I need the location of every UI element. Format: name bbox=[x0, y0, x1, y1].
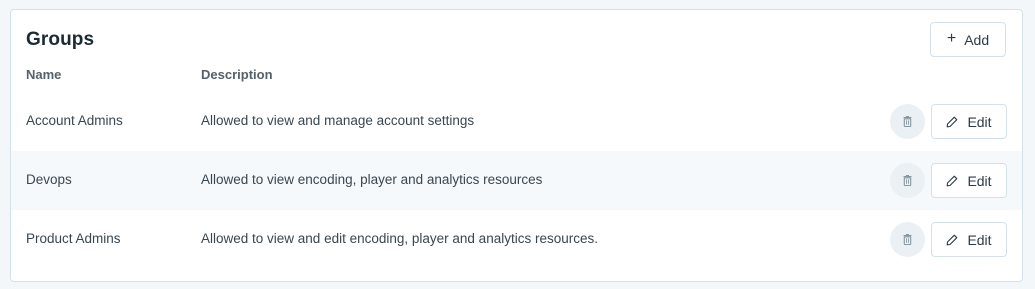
trash-icon bbox=[903, 234, 912, 245]
edit-button-label: Edit bbox=[967, 231, 992, 248]
trash-icon bbox=[903, 175, 912, 186]
plus-icon: + bbox=[946, 30, 957, 47]
edit-group-button[interactable]: Edit bbox=[931, 163, 1007, 198]
column-header-description: Description bbox=[201, 67, 273, 82]
pencil-icon bbox=[946, 116, 958, 128]
pencil-icon bbox=[946, 175, 958, 187]
table-row: Account Admins Allowed to view and manag… bbox=[11, 92, 1022, 151]
table-row: Devops Allowed to view encoding, player … bbox=[11, 151, 1022, 210]
group-name: Product Admins bbox=[26, 231, 121, 246]
group-name: Devops bbox=[26, 172, 72, 187]
groups-title: Groups bbox=[26, 29, 95, 50]
edit-button-label: Edit bbox=[967, 113, 992, 130]
add-button-label: Add bbox=[964, 31, 990, 48]
delete-group-button[interactable] bbox=[890, 222, 925, 257]
group-description: Allowed to view and edit encoding, playe… bbox=[201, 231, 598, 246]
group-name: Account Admins bbox=[26, 113, 123, 128]
trash-icon bbox=[903, 116, 912, 127]
group-description: Allowed to view encoding, player and ana… bbox=[201, 172, 543, 187]
column-header-name: Name bbox=[26, 67, 62, 82]
delete-group-button[interactable] bbox=[890, 104, 925, 139]
group-description: Allowed to view and manage account setti… bbox=[201, 113, 475, 128]
groups-card: Groups + Add Name Description Account Ad… bbox=[10, 9, 1023, 282]
table-row: Product Admins Allowed to view and edit … bbox=[11, 210, 1022, 269]
add-group-button[interactable]: + Add bbox=[930, 22, 1006, 57]
edit-group-button[interactable]: Edit bbox=[931, 222, 1007, 257]
edit-button-label: Edit bbox=[967, 172, 992, 189]
edit-group-button[interactable]: Edit bbox=[931, 104, 1007, 139]
delete-group-button[interactable] bbox=[890, 163, 925, 198]
pencil-icon bbox=[946, 234, 958, 246]
